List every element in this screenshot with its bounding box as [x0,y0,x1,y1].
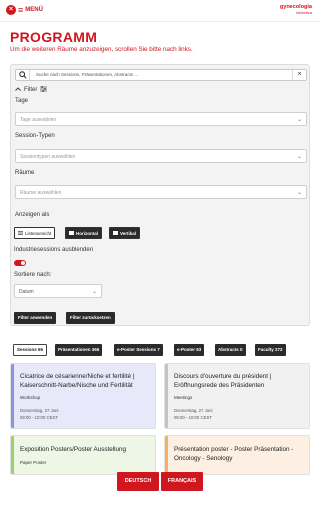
card-title: Discours d'ouverture du président | Eröf… [174,373,272,389]
session-card[interactable]: Cicatrice de césarienne/Niche et fertili… [10,363,156,429]
sort-value: Datum [19,289,34,295]
view-horizontal-button[interactable]: Horizontal [65,227,102,239]
hamburger-icon: ≡ [18,5,24,15]
card-title: Exposition Posters/Poster Ausstellung [20,446,127,453]
view-vertical-label: Vertikal [120,230,137,236]
search-input[interactable]: Suche nach Sessions, Präsentationen, Abs… [36,72,138,77]
chevron-down-icon: ⌄ [296,154,302,160]
top-bar: × ≡ MENÜ gynecologia helvetica [0,0,320,22]
session-card[interactable]: Discours d'ouverture du président | Eröf… [164,363,310,429]
language-de-button[interactable]: DEUTSCH [117,472,159,491]
reset-filter-button[interactable]: Filter zurücksetzen [66,312,115,324]
session-types-placeholder: Sessiontypen auswählen [20,154,76,160]
tage-placeholder: Tage auswählen [20,117,57,123]
clear-search-icon[interactable]: × [292,70,306,80]
chevron-up-icon [15,87,21,93]
filter-toggle[interactable]: Filter [15,86,48,94]
apply-filter-button[interactable]: Filter anwenden [14,312,57,324]
rooms-select[interactable]: Räume auswählen ⌄ [15,185,307,199]
card-accent [165,364,168,428]
tab-abstracts[interactable]: Abstracts 0 [215,344,246,356]
view-list-label: Listenansicht [25,230,52,236]
grid-icon [69,230,74,236]
rooms-placeholder: Räume auswählen [20,190,62,196]
card-type: Meetings [174,395,193,400]
card-time: 09:00 - 10:00 CEST [174,415,212,420]
card-title: Présentation poster - Poster Präsentatio… [174,446,294,462]
session-card[interactable]: Présentation poster - Poster Präsentatio… [164,435,310,475]
logo-subtext: helvetica [296,10,312,15]
page-subtitle: Um die weiteren Räume anzuzeigen, scroll… [10,46,193,53]
tab-eposter-sessions[interactable]: e-Poster Sessions 7 [114,344,163,356]
view-horizontal-label: Horizontal [76,230,98,236]
card-accent [11,436,14,474]
sort-select[interactable]: Datum ⌄ [14,284,102,298]
chevron-down-icon: ⌄ [91,289,97,295]
hide-industry-toggle[interactable] [14,260,26,266]
card-accent [165,436,168,474]
close-icon[interactable]: × [6,5,16,15]
card-time: 09:00 - 10:00 CEST [20,415,58,420]
session-card[interactable]: Exposition Posters/Poster Ausstellung Pa… [10,435,156,475]
page-title: PROGRAMM [10,29,98,45]
tab-sessions[interactable]: Sessions 66 [13,344,48,356]
search-bar[interactable]: Suche nach Sessions, Präsentationen, Abs… [15,69,307,81]
card-accent [11,364,14,428]
menu-label: MENÜ [25,7,43,13]
menu-button[interactable]: × ≡ MENÜ [6,5,43,15]
tage-label: Tage [15,98,29,104]
card-title: Cicatrice de césarienne/Niche et fertili… [20,373,135,389]
tab-faculty[interactable]: Faculty 272 [255,344,286,356]
chevron-down-icon: ⌄ [296,117,302,123]
sliders-icon [40,86,48,94]
view-vertical-button[interactable]: Vertikal [109,227,141,239]
tab-presentations[interactable]: Präsentationen 366 [55,344,103,356]
card-type: Workshop [20,395,41,400]
chevron-down-icon: ⌄ [296,190,302,196]
hide-industry-label: Industriesessions ausblenden [14,247,94,253]
session-types-label: Session-Typen [15,133,55,139]
logo[interactable]: gynecologia helvetica [280,4,312,16]
tab-eposter[interactable]: e-Poster 63 [174,344,205,356]
filter-label: Filter [24,87,38,93]
view-list-button[interactable]: Listenansicht [14,227,56,239]
toggle-knob [21,261,25,265]
card-type: Paper Poster [20,460,47,465]
grid-icon [113,230,118,236]
card-date: Donnerstag, 27 Juni [174,408,213,413]
list-icon [18,230,23,236]
card-date: Donnerstag, 27 Juni [20,408,59,413]
language-fr-button[interactable]: FRANÇAIS [161,472,203,491]
search-icon[interactable] [16,70,30,80]
rooms-label: Räume [15,170,35,176]
show-as-label: Anzeigen als [15,212,50,218]
tage-select[interactable]: Tage auswählen ⌄ [15,112,307,126]
sort-label: Sortiere nach: [14,272,52,278]
session-types-select[interactable]: Sessiontypen auswählen ⌄ [15,149,307,163]
